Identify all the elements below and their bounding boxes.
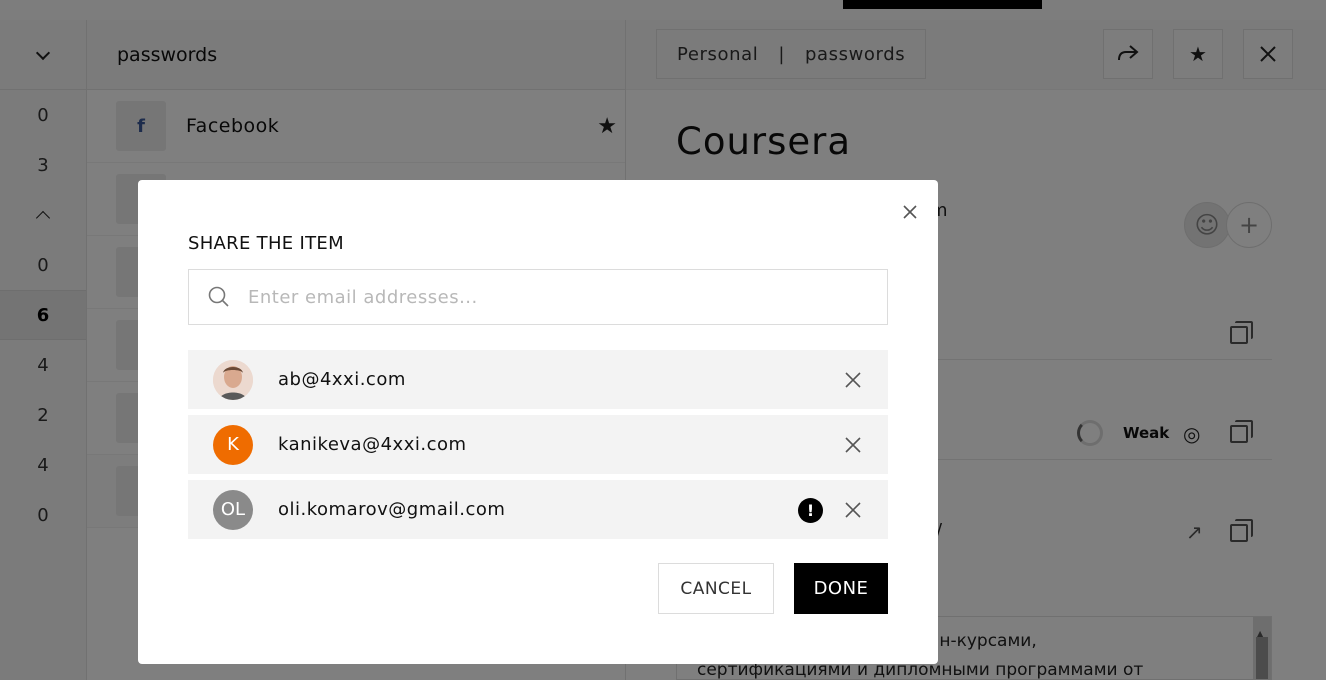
recipient-row: OL oli.komarov@gmail.com !	[188, 480, 888, 539]
close-icon[interactable]	[900, 202, 920, 222]
recipient-row: ab@4xxi.com	[188, 350, 888, 409]
recipient-email: kanikeva@4xxi.com	[278, 434, 467, 455]
remove-recipient-icon[interactable]	[843, 435, 863, 455]
email-search-box[interactable]	[188, 269, 888, 325]
remove-recipient-icon[interactable]	[843, 370, 863, 390]
user-avatar: K	[213, 424, 253, 465]
dialog-title: SHARE THE ITEM	[188, 233, 344, 254]
recipient-email: ab@4xxi.com	[278, 369, 406, 390]
user-avatar: OL	[213, 489, 253, 530]
warning-icon[interactable]: !	[798, 498, 823, 523]
cancel-button[interactable]: CANCEL	[658, 563, 774, 614]
user-photo-icon	[213, 359, 253, 400]
user-avatar	[213, 359, 253, 400]
email-search-input[interactable]	[248, 286, 848, 308]
recipient-row: K kanikeva@4xxi.com	[188, 415, 888, 474]
recipient-list: ab@4xxi.com K kanikeva@4xxi.com OL oli.k…	[188, 350, 888, 545]
done-button[interactable]: DONE	[794, 563, 888, 614]
search-icon	[208, 286, 229, 307]
recipient-email: oli.komarov@gmail.com	[278, 499, 506, 520]
share-dialog: SHARE THE ITEM ab@4xxi.com K kanikeva@4x…	[138, 180, 938, 664]
remove-recipient-icon[interactable]	[843, 500, 863, 520]
